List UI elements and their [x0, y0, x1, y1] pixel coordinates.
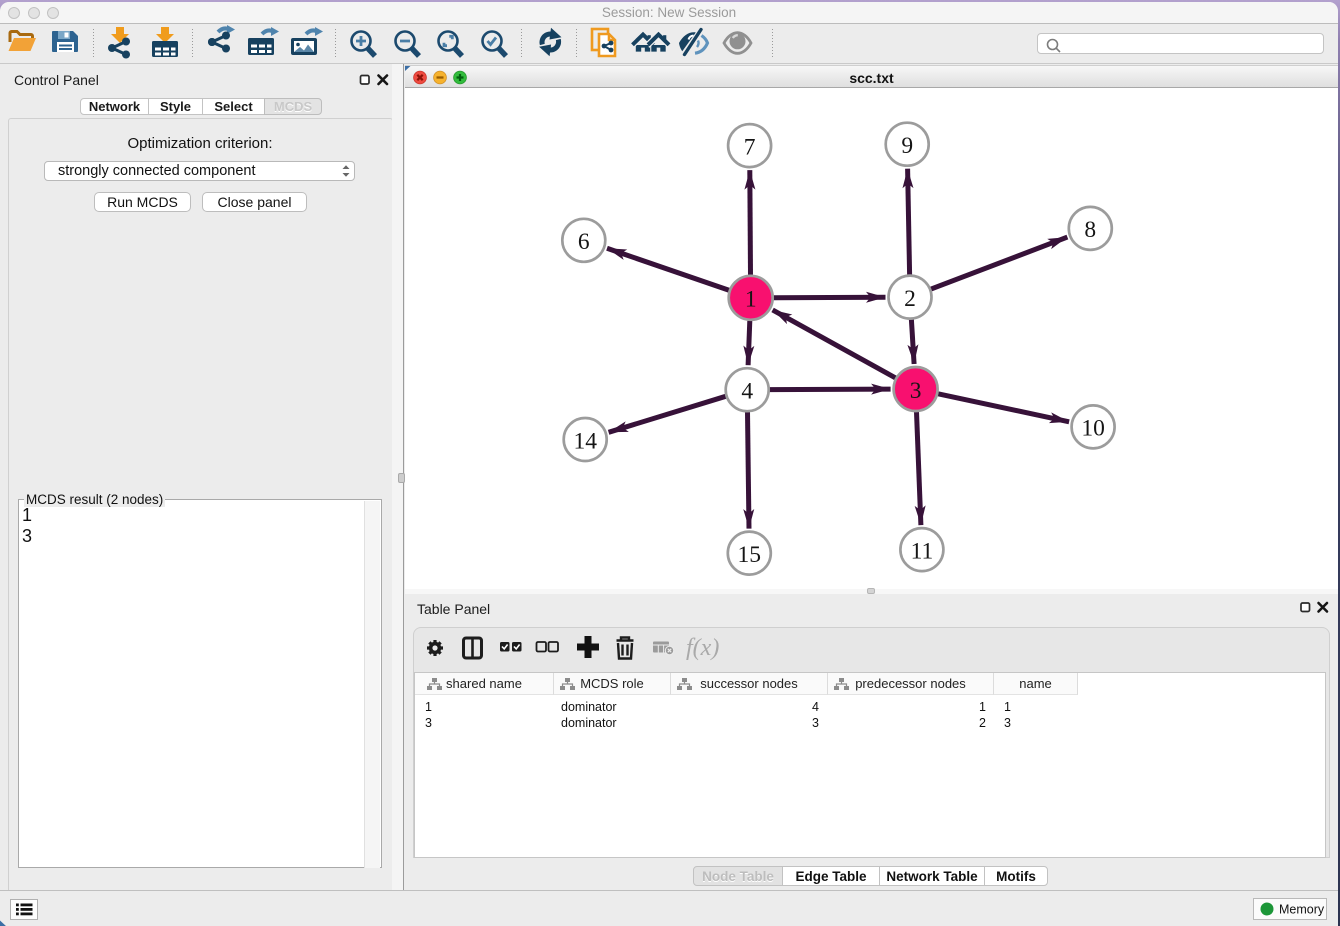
svg-text:6: 6 [578, 229, 590, 255]
svg-text:Memory: Memory [1279, 903, 1325, 917]
svg-text:2: 2 [904, 286, 916, 312]
svg-text:9: 9 [901, 133, 913, 159]
svg-text:1: 1 [745, 287, 757, 313]
svg-text:3: 3 [910, 378, 922, 404]
svg-text:4: 4 [741, 379, 753, 405]
svg-text:7: 7 [744, 134, 756, 160]
svg-text:15: 15 [738, 542, 762, 568]
svg-text:8: 8 [1084, 217, 1096, 243]
svg-text:f(x): f(x) [686, 635, 719, 661]
svg-text:11: 11 [911, 538, 934, 564]
svg-text:10: 10 [1081, 416, 1105, 442]
svg-text:14: 14 [573, 428, 597, 454]
